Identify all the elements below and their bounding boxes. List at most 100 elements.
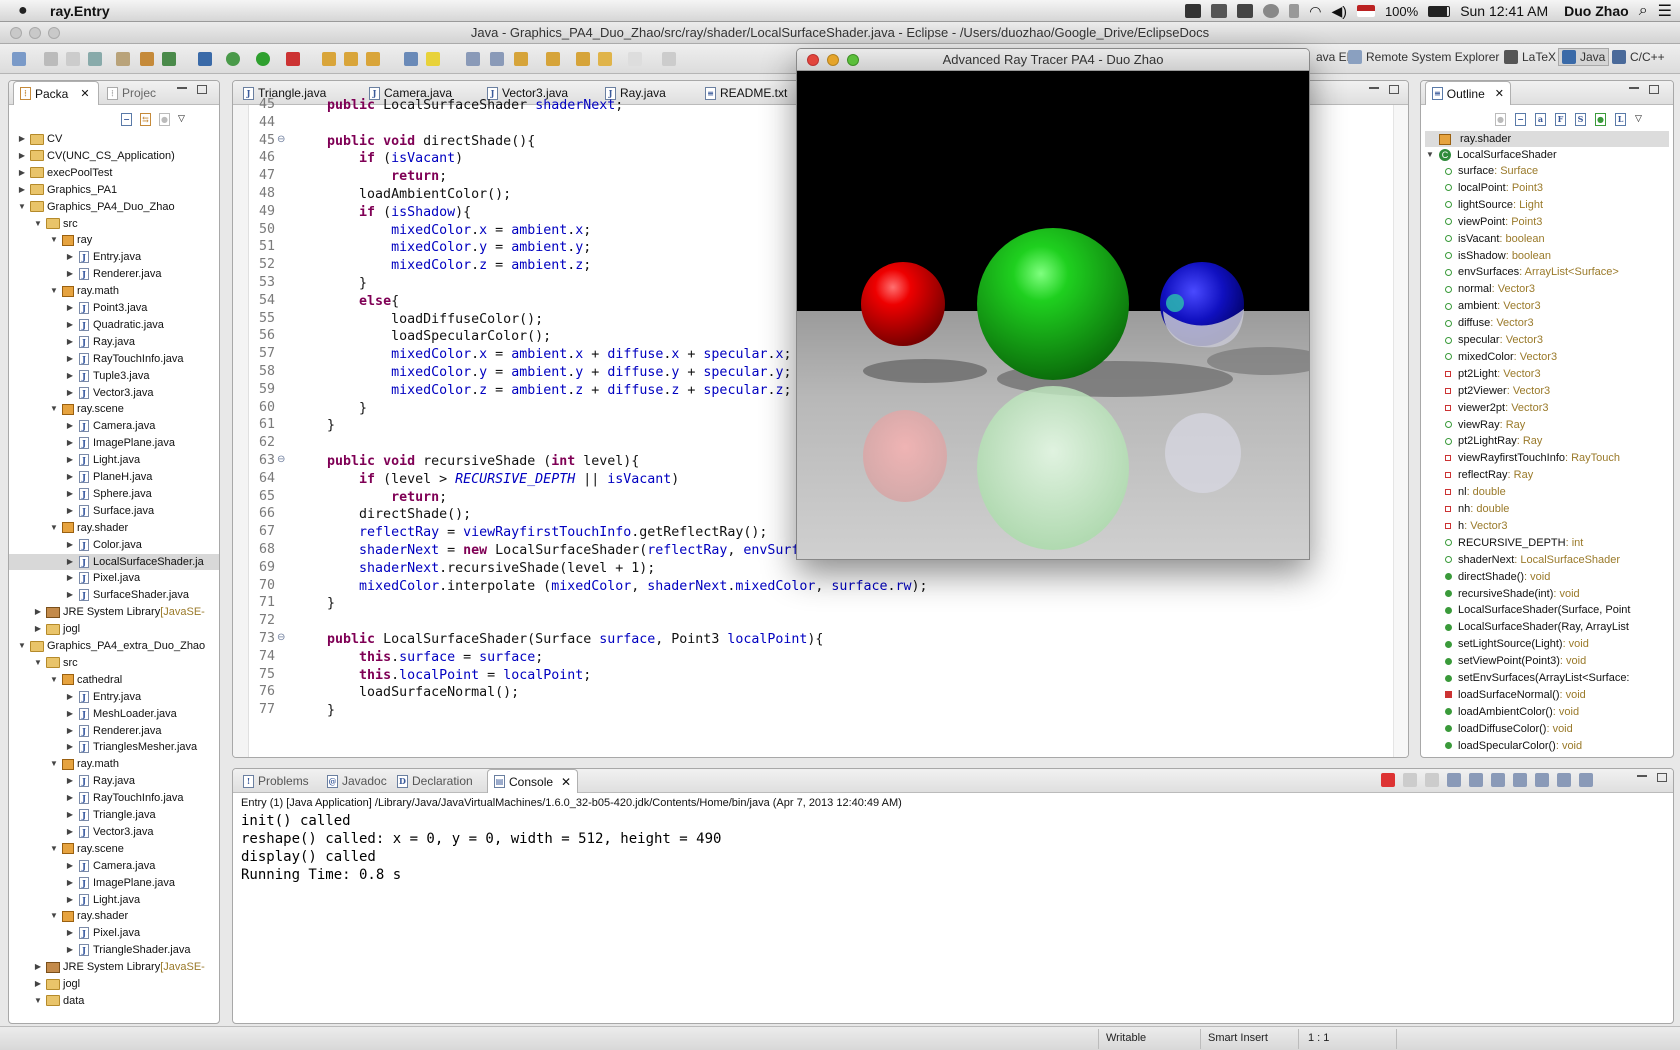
search-icon[interactable] [366, 52, 380, 66]
view-menu-icon[interactable]: ▽ [178, 113, 185, 126]
tree-item[interactable]: ▼ ray.shader [49, 908, 128, 924]
dropbox-icon[interactable] [1237, 4, 1254, 18]
tree-item[interactable]: ▶ J Color.java [65, 537, 142, 553]
user-name[interactable]: Duo Zhao [1564, 3, 1629, 19]
collapse-icon[interactable]: ▼ [49, 283, 59, 299]
code-line[interactable]: if (level > RECURSIVE_DEPTH || isVacant) [295, 471, 679, 489]
code-line[interactable]: mixedColor.z = ambient.z; [295, 257, 591, 275]
collapse-icon[interactable]: ▼ [33, 216, 43, 232]
expand-icon[interactable]: ▶ [65, 925, 75, 941]
expand-icon[interactable]: ▶ [65, 689, 75, 705]
show-whitespace-icon[interactable] [466, 52, 480, 66]
tree-item[interactable]: ▶ J Light.java [65, 892, 140, 908]
new-class-icon[interactable] [162, 52, 176, 66]
code-line[interactable]: mixedColor.x = ambient.x; [295, 222, 591, 240]
notification-list-icon[interactable]: ☰ [1658, 1, 1672, 21]
collapse-icon[interactable]: ▼ [17, 638, 27, 654]
minimize-icon[interactable] [1629, 87, 1639, 89]
expand-icon[interactable]: ▶ [65, 858, 75, 874]
outline-member[interactable]: nh : double [1441, 501, 1509, 517]
show-stderr-icon[interactable] [1513, 773, 1527, 787]
expand-icon[interactable]: ▶ [65, 570, 75, 586]
code-line[interactable]: } [295, 275, 367, 293]
tree-item[interactable]: ▶ J LocalSurfaceShader.ja [9, 553, 219, 570]
expand-icon[interactable]: ▶ [65, 317, 75, 333]
fold-icon[interactable]: ⊖ [277, 454, 285, 465]
perspective-java[interactable]: Java [1558, 48, 1610, 66]
tree-item[interactable]: ▶ J RayTouchInfo.java [65, 790, 184, 806]
tree-item[interactable]: ▶ J Triangle.java [65, 807, 156, 823]
save-all-icon[interactable] [66, 52, 80, 66]
expand-icon[interactable]: ▶ [65, 486, 75, 502]
code-line[interactable]: mixedColor.z = ambient.z + diffuse.z + s… [295, 382, 791, 400]
close-icon[interactable]: ✕ [1495, 82, 1504, 106]
tab-declaration[interactable]: D Declaration [391, 769, 479, 793]
collapse-icon[interactable]: ▼ [33, 655, 43, 671]
code-line[interactable]: directShade(); [295, 506, 471, 524]
battery-percent[interactable]: 100% [1385, 4, 1418, 19]
expand-icon[interactable]: ▶ [65, 824, 75, 840]
remove-all-icon[interactable] [1425, 773, 1439, 787]
highlight-icon[interactable] [426, 52, 440, 66]
tree-item[interactable]: ▶ J Pixel.java [65, 925, 140, 941]
expand-icon[interactable]: ▶ [65, 351, 75, 367]
volume-icon[interactable]: ◀) [1332, 3, 1347, 20]
outline-member[interactable]: ambient : Vector3 [1441, 298, 1541, 314]
outline-member[interactable]: mixedColor : Vector3 [1441, 349, 1557, 365]
collapse-icon[interactable]: ▼ [49, 232, 59, 248]
outline-member[interactable]: directShade() : void [1441, 569, 1550, 585]
minimize-window-button[interactable] [827, 54, 839, 66]
hide-static-icon[interactable]: S [1575, 113, 1586, 126]
code-line[interactable]: else{ [295, 293, 399, 311]
link-with-editor-icon[interactable]: ⇆ [140, 113, 151, 126]
outline-member[interactable]: viewRay : Ray [1441, 417, 1525, 433]
tab-console[interactable]: ▤ Console ✕ [487, 769, 579, 793]
expand-icon[interactable]: ▶ [65, 706, 75, 722]
expand-icon[interactable]: ▶ [65, 875, 75, 891]
code-line[interactable]: reflectRay = viewRayfirstTouchInfo.getRe… [295, 524, 767, 542]
focus-icon[interactable]: ● [1495, 113, 1506, 126]
next-annotation-icon[interactable] [514, 52, 528, 66]
console-output[interactable]: init() called reshape() called: x = 0, y … [241, 813, 1661, 1013]
tree-item[interactable]: ▶ J Renderer.java [65, 266, 162, 282]
expand-icon[interactable]: ▶ [33, 621, 43, 637]
outline-member[interactable]: pt2Viewer : Vector3 [1441, 383, 1550, 399]
tree-item[interactable]: ▶ execPoolTest [17, 165, 113, 181]
tree-item[interactable]: ▶ J Vector3.java [65, 385, 154, 401]
tree-item[interactable]: ▼ src [33, 216, 78, 232]
tree-item[interactable]: ▶ J Pixel.java [65, 570, 140, 586]
sort-icon[interactable]: a [1535, 113, 1546, 126]
code-line[interactable]: this.surface = surface; [295, 649, 543, 667]
collapse-icon[interactable]: ▼ [49, 520, 59, 536]
code-line[interactable]: mixedColor.y = ambient.y + diffuse.y + s… [295, 364, 791, 382]
outline-member[interactable]: envSurfaces : ArrayList<Surface> [1441, 264, 1619, 280]
block-select-icon[interactable] [490, 52, 504, 66]
tree-item[interactable]: ▶ J Light.java [65, 452, 140, 468]
tab-javadoc[interactable]: @ Javadoc [321, 769, 393, 793]
outline-member[interactable]: loadDiffuseColor() : void [1441, 721, 1573, 737]
tree-item[interactable]: ▶ jogl [33, 621, 80, 637]
tree-item[interactable]: ▼ data [33, 993, 84, 1009]
minimize-icon[interactable] [1637, 775, 1647, 777]
outline-class[interactable]: ▼ C LocalSurfaceShader [1425, 147, 1557, 163]
tree-item[interactable]: ▶ J TrianglesMesher.java [65, 739, 197, 755]
minimize-window-button[interactable] [29, 27, 41, 39]
outline-member[interactable]: setViewPoint(Point3) : void [1441, 653, 1586, 669]
expand-icon[interactable]: ▶ [65, 368, 75, 384]
expand-icon[interactable]: ▶ [65, 503, 75, 519]
tree-item[interactable]: ▶ J Sphere.java [65, 486, 152, 502]
outline-member[interactable]: localPoint : Point3 [1441, 180, 1543, 196]
expand-icon[interactable]: ▶ [65, 300, 75, 316]
bluetooth-icon[interactable] [1289, 4, 1300, 18]
outline-member[interactable]: diffuse : Vector3 [1441, 315, 1534, 331]
tree-item[interactable]: ▶ J Ray.java [65, 334, 135, 350]
tree-item[interactable]: ▼ ray.scene [49, 841, 124, 857]
fold-icon[interactable]: ⊖ [277, 632, 285, 643]
build-icon[interactable] [116, 52, 130, 66]
tree-item[interactable]: ▼ Graphics_PA4_Duo_Zhao [17, 199, 175, 215]
perspective-cpp[interactable]: C/C++ [1612, 50, 1665, 64]
tree-item[interactable]: ▼ cathedral [49, 672, 122, 688]
outline-member[interactable]: viewRayfirstTouchInfo : RayTouch [1441, 450, 1620, 466]
tab-project-explorer[interactable]: ⁞ Projec [101, 81, 162, 105]
code-line[interactable]: } [295, 595, 335, 613]
